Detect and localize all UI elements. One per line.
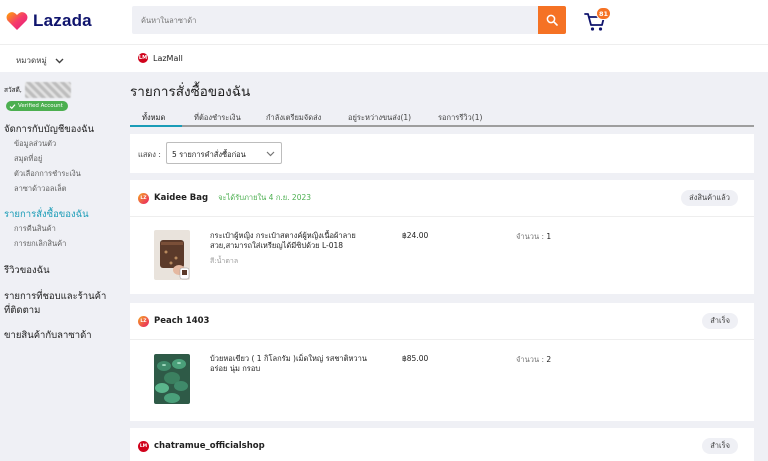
product-title[interactable]: บ้วยหอเขียว ( 1 กิโลกรัม )เม็ดใหญ่ รสชาต… [210, 354, 386, 374]
quantity-value: 2 [546, 355, 552, 364]
account-sidebar: สวัสดี, Verified Account จัดการกับบัญชีข… [0, 72, 118, 461]
verified-account-badge: Verified Account [6, 101, 68, 111]
product-variant: สี:น้ำตาล [210, 257, 239, 265]
logo-text: Lazada [33, 11, 92, 30]
shop-badge-icon: LZ [138, 315, 149, 327]
sidebar-item-address-book[interactable]: สมุดที่อยู่ [14, 153, 42, 165]
chevron-down-icon [55, 58, 64, 63]
search-button[interactable] [538, 6, 566, 34]
order-shop-header: LZ Kaidee Bag จะได้รับภายใน 4 ก.ย. 2023 … [130, 180, 754, 216]
show-label: แสดง : [138, 150, 161, 159]
sidebar-item-wallet[interactable]: ลาซาด้าวอลเล็ต [14, 183, 67, 195]
verified-label: Verified Account [18, 103, 63, 109]
page-title: รายการสั่งซื้อของฉัน [130, 84, 251, 100]
order-count-value: 5 รายการคำสั่งซื้อก่อน [172, 150, 246, 159]
blurred-username [24, 82, 71, 98]
tab-to-pay[interactable]: ที่ต้องชำระเงิน [194, 112, 241, 124]
product-quantity: จำนวน : 1 [516, 231, 551, 243]
tab-all[interactable]: ทั้งหมด [142, 112, 165, 124]
product-title[interactable]: กระเป๋าผู้หญิง กระเป๋าสตางค์ผู้หญิงเนื้อ… [210, 231, 386, 251]
order-shop-header: LZ Peach 1403 สำเร็จ [130, 303, 754, 339]
search-icon [546, 14, 558, 26]
lazmall-label: LazMall [153, 53, 183, 63]
divider [130, 339, 754, 340]
quantity-label: จำนวน : [516, 355, 544, 364]
shop-name[interactable]: Peach 1403 [154, 316, 209, 326]
active-tab-indicator [130, 125, 182, 127]
product-price: ฿24.00 [402, 231, 429, 240]
lazada-heart-icon [6, 12, 28, 30]
user-greeting: สวัสดี, [4, 82, 71, 98]
product-thumbnail[interactable] [154, 230, 190, 280]
order-status-badge: ส่งสินค้าแล้ว [681, 190, 738, 206]
search-input[interactable] [132, 6, 538, 34]
order-card: LM chatramue_officialshop สำเร็จ [130, 428, 754, 461]
order-card: LZ Peach 1403 สำเร็จ บ้วยหอเขียว ( 1 กิโ… [130, 303, 754, 421]
sidebar-wishlist-title-line1[interactable]: รายการที่ชอบและร้านค้า [4, 289, 106, 304]
cart-count-badge: 81 [596, 7, 612, 20]
category-label: หมวดหมู่ [16, 56, 47, 65]
lazmall-link[interactable]: LM LazMall [138, 53, 183, 63]
sidebar-wishlist-title-line2[interactable]: ที่ติดตาม [4, 303, 40, 318]
filter-card: แสดง : 5 รายการคำสั่งซื้อก่อน [130, 134, 754, 173]
lazada-logo[interactable]: Lazada [6, 11, 92, 31]
product-quantity: จำนวน : 2 [516, 354, 551, 366]
category-dropdown[interactable]: หมวดหมู่ [16, 54, 64, 67]
wallet-product-image [154, 230, 190, 280]
shop-name[interactable]: Kaidee Bag [154, 193, 208, 203]
sidebar-item-payment-options[interactable]: ตัวเลือกการชำระเงิน [14, 168, 81, 180]
divider [130, 216, 754, 217]
top-header: Lazada 81 [0, 0, 768, 44]
sidebar-item-cancellations[interactable]: การยกเลิกสินค้า [14, 238, 66, 250]
lazmall-shop-icon: LM [138, 440, 149, 452]
order-tabs: ทั้งหมด ที่ต้องชำระเงิน กำลังเตรียมจัดส่… [130, 110, 754, 127]
delivery-estimate: จะได้รับภายใน 4 ก.ย. 2023 [218, 193, 312, 202]
chevron-down-icon [266, 151, 275, 157]
product-thumbnail[interactable] [154, 354, 190, 404]
plum-product-image [154, 354, 190, 404]
tab-to-review[interactable]: รอการรีวิว(1) [438, 112, 482, 124]
sub-navigation-bar: หมวดหมู่ LM LazMall [0, 44, 768, 72]
shop-badge-icon: LZ [138, 192, 149, 204]
greeting-label: สวัสดี, [4, 86, 22, 94]
product-price: ฿85.00 [402, 354, 429, 363]
sidebar-item-profile[interactable]: ข้อมูลส่วนตัว [14, 138, 56, 150]
search-box [132, 6, 538, 34]
order-shop-header: LM chatramue_officialshop สำเร็จ [130, 428, 754, 461]
sidebar-reviews-title[interactable]: รีวิวของฉัน [4, 263, 50, 278]
order-status-badge: สำเร็จ [702, 438, 738, 454]
order-status-badge: สำเร็จ [702, 313, 738, 329]
order-count-select[interactable]: 5 รายการคำสั่งซื้อก่อน [166, 142, 282, 164]
shop-name[interactable]: chatramue_officialshop [154, 441, 265, 451]
tab-in-transit[interactable]: อยู่ระหว่างขนส่ง(1) [348, 112, 411, 124]
sidebar-orders-title[interactable]: รายการสั่งซื้อของฉัน [4, 207, 89, 222]
sidebar-account-title[interactable]: จัดการกับบัญชีของฉัน [4, 122, 94, 137]
lazmall-icon: LM [138, 53, 148, 63]
order-card: LZ Kaidee Bag จะได้รับภายใน 4 ก.ย. 2023 … [130, 180, 754, 294]
check-icon [9, 103, 16, 109]
sidebar-item-returns[interactable]: การคืนสินค้า [14, 223, 56, 235]
tab-to-ship[interactable]: กำลังเตรียมจัดส่ง [266, 112, 321, 124]
quantity-value: 1 [546, 232, 552, 241]
quantity-label: จำนวน : [516, 232, 544, 241]
sidebar-sell-title[interactable]: ขายสินค้ากับลาซาด้า [4, 328, 92, 343]
